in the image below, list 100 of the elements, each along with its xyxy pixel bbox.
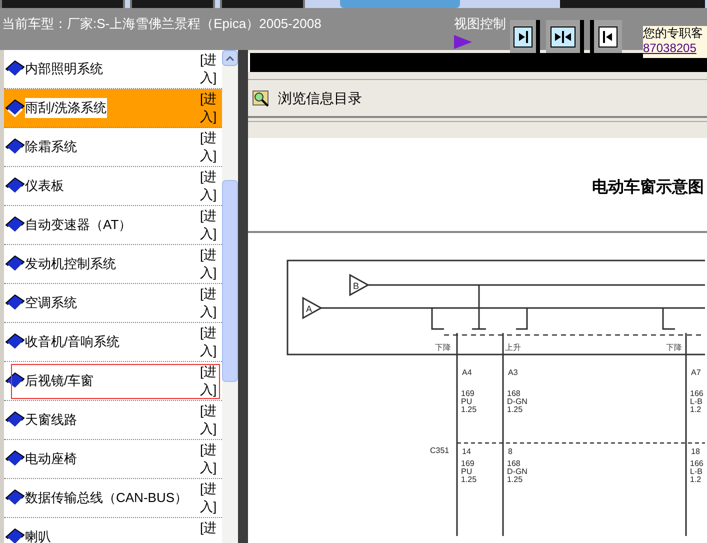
system-name: 发动机控制系统 — [25, 255, 116, 274]
header-tab[interactable] — [0, 0, 125, 8]
enter-link[interactable]: [进入] — [200, 167, 222, 205]
book-icon — [5, 489, 25, 507]
enter-link[interactable]: [进入] — [200, 50, 222, 88]
system-name: 除霜系统 — [25, 138, 77, 156]
switch-label: 上升 — [505, 343, 521, 352]
wire-spec: 169 — [461, 389, 474, 398]
system-row[interactable]: 除霜系统 [进入] — [4, 128, 222, 167]
enter-link[interactable]: [进入] — [200, 323, 222, 361]
system-row[interactable]: 后视镜/车窗 [进入] — [4, 362, 222, 401]
arrow-to-bar-icon — [598, 26, 618, 48]
book-icon — [5, 294, 25, 312]
system-name: 喇叭 — [25, 528, 51, 543]
system-row[interactable]: 发动机控制系统 [进入] — [4, 245, 222, 284]
wire-spec: L-B — [690, 467, 702, 476]
pin-label: 8 — [508, 447, 512, 456]
pin-label: A3 — [508, 368, 518, 377]
pin-label: 14 — [462, 447, 471, 456]
wire-spec: 169 — [461, 459, 474, 468]
split-view-button[interactable] — [546, 20, 584, 53]
triangle-icon — [454, 34, 472, 48]
book-icon — [5, 372, 25, 390]
wire-spec: 1.2 — [690, 405, 702, 414]
wire-spec: 168 — [507, 389, 520, 398]
system-row[interactable]: 收音机/音响系统 [进入] — [4, 323, 222, 362]
scrollbar[interactable] — [222, 50, 238, 543]
wire-spec: PU — [461, 397, 472, 406]
header-tab[interactable] — [220, 0, 305, 8]
enter-link[interactable]: [进入] — [200, 401, 222, 439]
book-icon — [5, 177, 25, 195]
enter-link[interactable]: [进入] — [200, 479, 222, 517]
split-arrows-icon — [550, 26, 576, 48]
magnifier-folder-icon — [252, 89, 270, 107]
system-name: 仪表板 — [25, 177, 64, 196]
switch-label: 下降 — [666, 343, 682, 352]
switch-label: 下降 — [435, 343, 451, 352]
book-icon — [5, 450, 25, 468]
wire-spec: 168 — [507, 459, 520, 468]
book-icon — [5, 99, 25, 117]
enter-link[interactable]: [进入] — [200, 245, 222, 283]
wire-spec: PU — [461, 467, 472, 476]
pin-label: A4 — [462, 368, 472, 377]
scroll-thumb[interactable] — [222, 180, 238, 382]
dock-left-button[interactable] — [510, 20, 540, 53]
book-icon — [5, 333, 25, 351]
arrow-to-bar-icon — [513, 26, 533, 48]
wire-spec: L-B — [690, 397, 702, 406]
enter-link[interactable]: [进入] — [200, 362, 222, 400]
system-name: 天窗线路 — [25, 411, 77, 430]
book-icon — [5, 411, 25, 429]
system-name: 雨刮/洗涤系统 — [25, 98, 107, 118]
diagram-title: 电动车窗示意图 — [592, 177, 704, 198]
pin-label: 18 — [691, 447, 700, 456]
dock-right-button[interactable] — [590, 20, 622, 53]
system-name: 电动座椅 — [25, 450, 77, 468]
system-name: 数据传输总线（CAN-BUS） — [25, 489, 188, 508]
wire-spec: 166 — [690, 459, 704, 468]
chevron-up-icon — [226, 56, 234, 60]
system-row[interactable]: 仪表板 [进入] — [4, 167, 222, 206]
toolbar-title: 浏览信息目录 — [278, 88, 362, 108]
contact-label: 您的专职客 — [643, 26, 704, 41]
connector-label: C351 — [430, 446, 450, 455]
system-row[interactable]: 内部照明系统 [进入] — [4, 50, 222, 89]
wire-spec: D-GN — [507, 397, 528, 406]
view-control-label: 视图控制 — [454, 15, 506, 33]
book-icon — [5, 255, 25, 273]
wire-spec: 1.25 — [461, 405, 477, 414]
system-name: 自动变速器（AT） — [25, 216, 132, 234]
system-row[interactable]: 电动座椅 [进入] — [4, 440, 222, 479]
enter-link[interactable]: [进入] — [200, 284, 222, 322]
enter-link[interactable]: [进入] — [200, 440, 222, 478]
system-name: 内部照明系统 — [25, 60, 103, 78]
book-icon — [5, 60, 25, 78]
wire-spec: 1.25 — [461, 475, 477, 484]
book-icon — [5, 138, 25, 156]
book-icon — [5, 528, 25, 543]
enter-link[interactable]: [进入] — [200, 89, 222, 127]
system-row[interactable]: 自动变速器（AT） [进入] — [4, 206, 222, 245]
wire-spec: 166 — [690, 389, 704, 398]
wire-spec: 1.2 — [690, 475, 702, 484]
wire-spec: 1.25 — [507, 405, 523, 414]
system-row[interactable]: 雨刮/洗涤系统 [进入] — [4, 89, 222, 128]
header-tab[interactable] — [130, 0, 215, 8]
enter-link[interactable]: [进入] — [200, 206, 222, 244]
pin-label: A7 — [691, 368, 701, 377]
system-row[interactable]: 空调系统 [进入] — [4, 284, 222, 323]
enter-link[interactable]: [进 — [200, 518, 222, 543]
scroll-up-button[interactable] — [222, 50, 238, 66]
system-name: 空调系统 — [25, 294, 77, 312]
system-name: 收音机/音响系统 — [25, 333, 120, 352]
book-icon — [5, 216, 25, 234]
wire-spec: D-GN — [507, 467, 528, 476]
system-name: 后视镜/车窗 — [25, 372, 94, 390]
terminal-label: B — [353, 281, 360, 291]
terminal-label: A — [306, 304, 312, 314]
system-row[interactable]: 天窗线路 [进入] — [4, 401, 222, 440]
phone-link[interactable]: 87038205 — [643, 41, 707, 56]
vehicle-label: 当前车型：厂家:S-上海雪佛兰景程（Epica）2005-2008 — [2, 15, 322, 33]
enter-link[interactable]: [进入] — [200, 128, 222, 166]
